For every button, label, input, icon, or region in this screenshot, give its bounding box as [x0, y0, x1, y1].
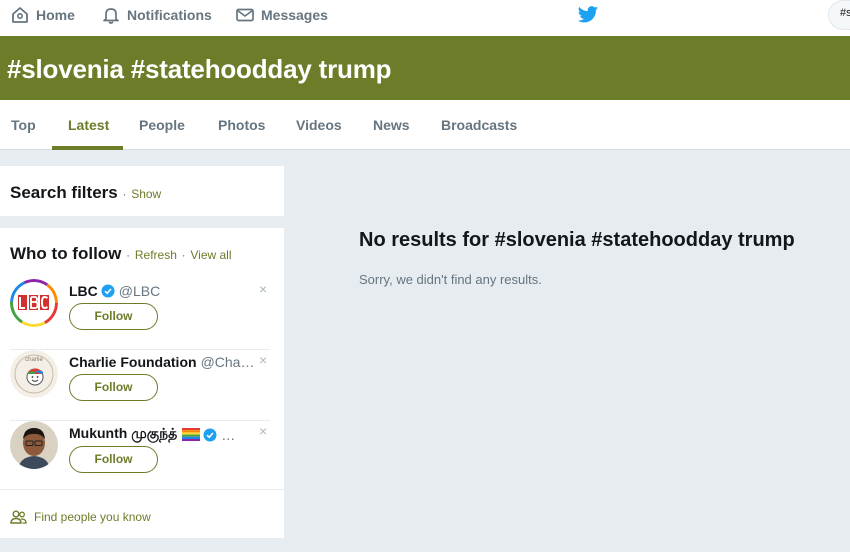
twitter-bird-icon[interactable]	[577, 5, 599, 25]
verified-badge-icon	[203, 428, 217, 441]
suggestion-name[interactable]: LBC @LBC	[69, 283, 160, 299]
who-to-follow-heading: Who to follow	[10, 244, 122, 263]
tab-videos[interactable]: Videos	[296, 100, 342, 150]
tab-news[interactable]: News	[373, 100, 410, 150]
rainbow-flag-icon	[182, 428, 201, 441]
nav-home-label: Home	[36, 7, 75, 23]
no-results-message: Sorry, we didn't find any results.	[359, 272, 542, 287]
suggestion-name[interactable]: Mukunth முகுந்த் …	[69, 425, 235, 444]
suggestion-name[interactable]: Charlie Foundation @Cha…	[69, 354, 254, 370]
nav-notifications-label: Notifications	[127, 7, 212, 23]
who-to-follow-card: Who to follow · Refresh · View all LBC @…	[0, 228, 284, 538]
tab-people[interactable]: People	[139, 100, 185, 150]
who-to-follow-title: Who to follow · Refresh · View all	[10, 244, 232, 264]
avatar[interactable]: charlie	[10, 350, 58, 398]
view-all-link[interactable]: View all	[190, 248, 231, 262]
search-header: #slovenia #statehoodday trump	[0, 36, 850, 100]
page-title: #slovenia #statehoodday trump	[7, 54, 392, 84]
search-tabs: Top Latest People Photos Videos News Bro…	[0, 100, 850, 150]
top-nav: Home Notifications Messages #slovenia	[0, 0, 850, 36]
avatar[interactable]	[10, 279, 58, 327]
no-results-title: No results for #slovenia #statehoodday t…	[359, 229, 795, 251]
account-name: Mukunth முகுந்த்	[69, 425, 178, 441]
search-filters-title: Search filters · Show	[10, 183, 161, 203]
dismiss-icon[interactable]: ×	[259, 423, 267, 439]
show-filters-link[interactable]: Show	[131, 187, 161, 201]
tab-photos[interactable]: Photos	[218, 100, 265, 150]
find-people-label: Find people you know	[34, 510, 151, 524]
account-name: Charlie Foundation	[69, 354, 197, 370]
search-filters-card: Search filters · Show	[0, 166, 284, 216]
dismiss-icon[interactable]: ×	[259, 281, 267, 297]
tab-latest[interactable]: Latest	[68, 100, 109, 150]
tab-top[interactable]: Top	[11, 100, 36, 150]
account-handle: …	[221, 426, 236, 443]
avatar[interactable]	[10, 421, 58, 469]
tab-broadcasts[interactable]: Broadcasts	[441, 100, 517, 150]
search-filters-heading: Search filters	[10, 183, 118, 202]
nav-messages[interactable]: Messages	[235, 0, 328, 30]
search-input[interactable]: #slovenia	[828, 0, 850, 30]
follow-button[interactable]: Follow	[69, 446, 158, 473]
people-icon	[10, 510, 27, 524]
nav-messages-label: Messages	[261, 7, 328, 23]
account-handle: @LBC	[118, 283, 161, 299]
account-name: LBC	[69, 283, 98, 299]
refresh-link[interactable]: Refresh	[135, 248, 177, 262]
suggestion-item: LBC @LBC Follow ×	[10, 279, 270, 350]
separator-dot: ·	[126, 248, 131, 262]
bell-icon	[103, 8, 119, 24]
account-handle: @Cha…	[200, 354, 255, 370]
separator-dot: ·	[122, 187, 127, 201]
suggestion-item: charlie Charlie Foundation @Cha… Follow …	[10, 350, 270, 421]
separator-dot: ·	[181, 248, 186, 262]
envelope-icon	[236, 8, 254, 22]
divider	[0, 489, 284, 490]
suggestion-item: Mukunth முகுந்த் … Follow ×	[10, 421, 270, 492]
nav-home[interactable]: Home	[10, 0, 75, 30]
follow-button[interactable]: Follow	[69, 374, 158, 401]
nav-notifications[interactable]: Notifications	[101, 0, 212, 30]
active-tab-indicator	[52, 146, 123, 150]
home-icon	[12, 7, 28, 23]
svg-text:charlie: charlie	[25, 357, 43, 363]
dismiss-icon[interactable]: ×	[259, 352, 267, 368]
find-people-link[interactable]: Find people you know	[10, 510, 151, 524]
follow-button[interactable]: Follow	[69, 303, 158, 330]
verified-badge-icon	[101, 284, 115, 298]
